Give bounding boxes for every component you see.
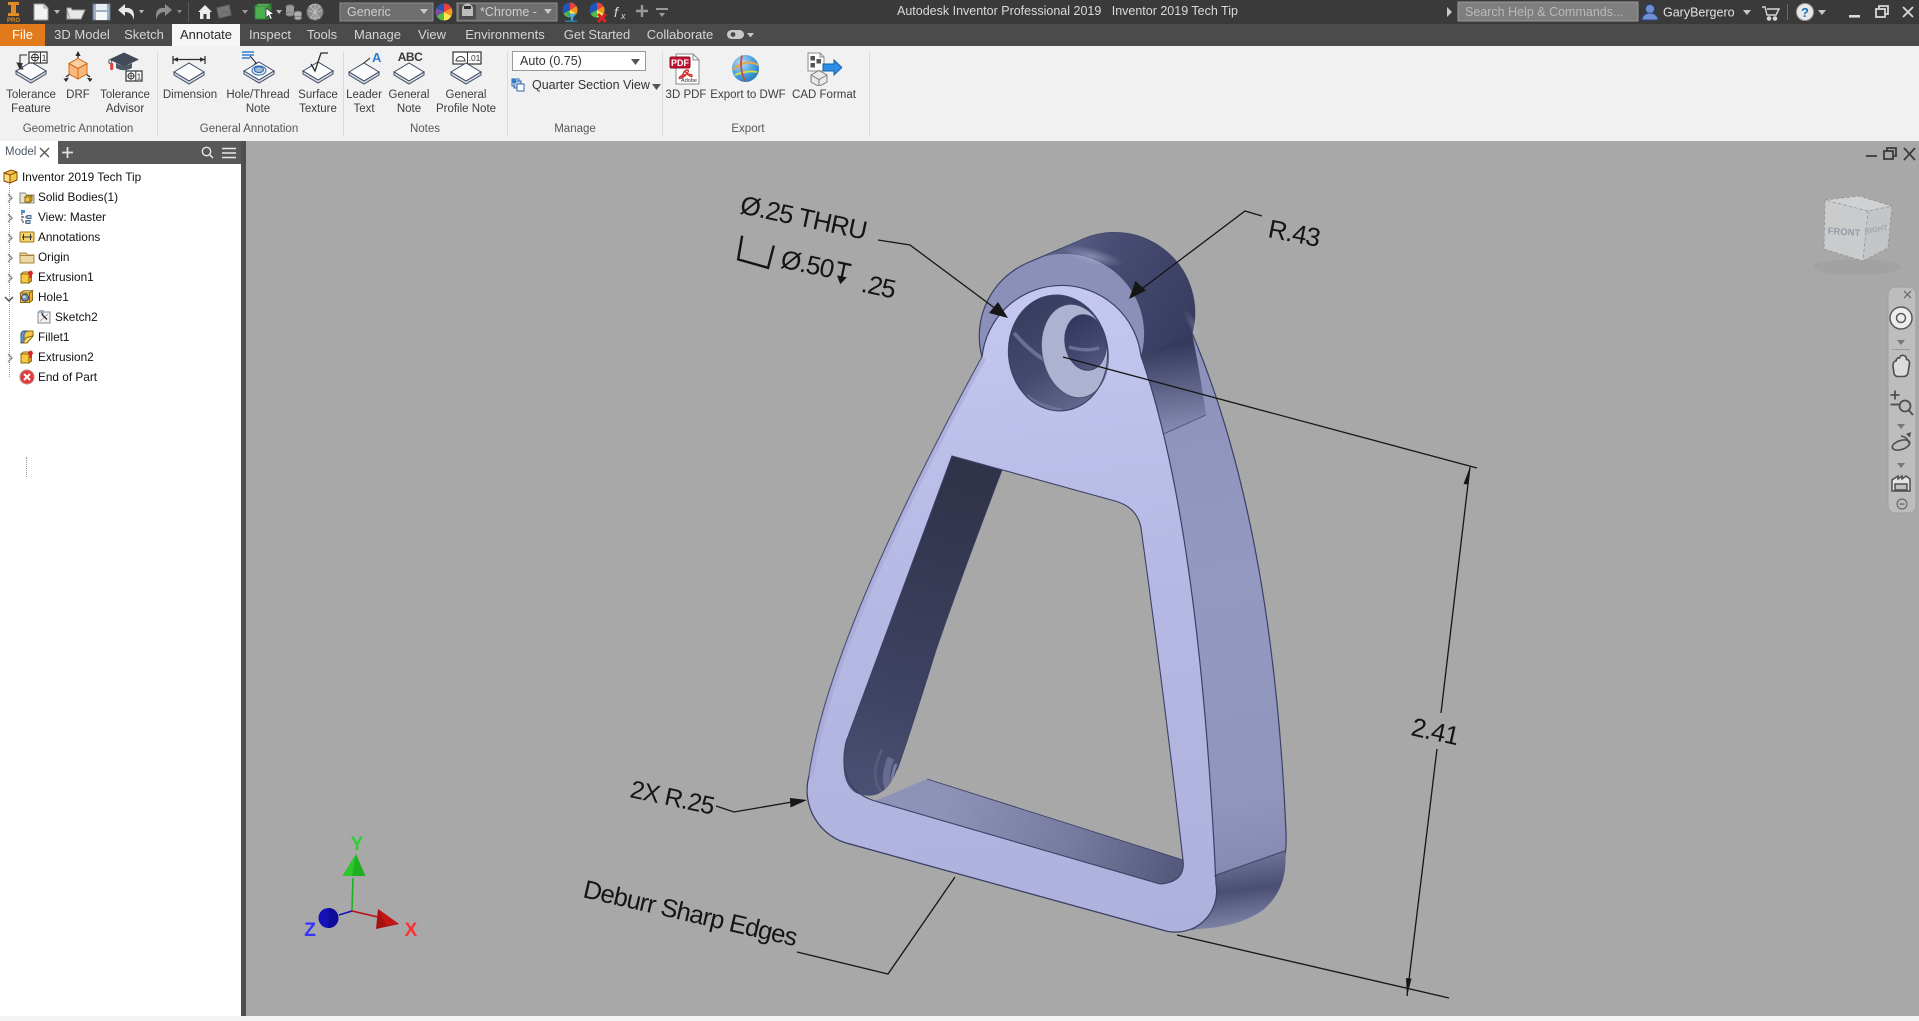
svg-text:ABC: ABC <box>398 50 423 64</box>
svg-text:Ø.50: Ø.50 <box>778 244 837 284</box>
svg-text:*Chrome -: *Chrome - <box>480 5 537 19</box>
svg-text:Deburr Sharp Edges: Deburr Sharp Edges <box>581 876 800 952</box>
svg-text:1: 1 <box>137 72 142 82</box>
svg-text:?: ? <box>1801 5 1809 20</box>
svg-text:Search Help & Commands...: Search Help & Commands... <box>1465 5 1623 19</box>
svg-text:x: x <box>620 11 626 21</box>
svg-text:2.41: 2.41 <box>1409 712 1462 752</box>
svg-text:FRONT: FRONT <box>1827 226 1861 239</box>
svg-text:GaryBergero: GaryBergero <box>1663 6 1735 20</box>
svg-text:Ø.25 THRU: Ø.25 THRU <box>738 190 870 246</box>
svg-text:2X R.25: 2X R.25 <box>628 775 717 820</box>
svg-text:1: 1 <box>41 53 46 63</box>
svg-text:X: X <box>405 920 418 941</box>
svg-text:Y: Y <box>351 834 364 855</box>
svg-text:Adobe: Adobe <box>681 78 697 84</box>
svg-text:A: A <box>372 50 382 65</box>
svg-text:Generic: Generic <box>347 5 391 19</box>
svg-text:f: f <box>614 4 620 20</box>
svg-text:PDF: PDF <box>671 58 690 68</box>
svg-text:.25: .25 <box>859 268 899 304</box>
svg-text:.01: .01 <box>469 53 481 63</box>
svg-text:Z: Z <box>304 920 316 941</box>
svg-text:R.43: R.43 <box>1266 213 1323 252</box>
